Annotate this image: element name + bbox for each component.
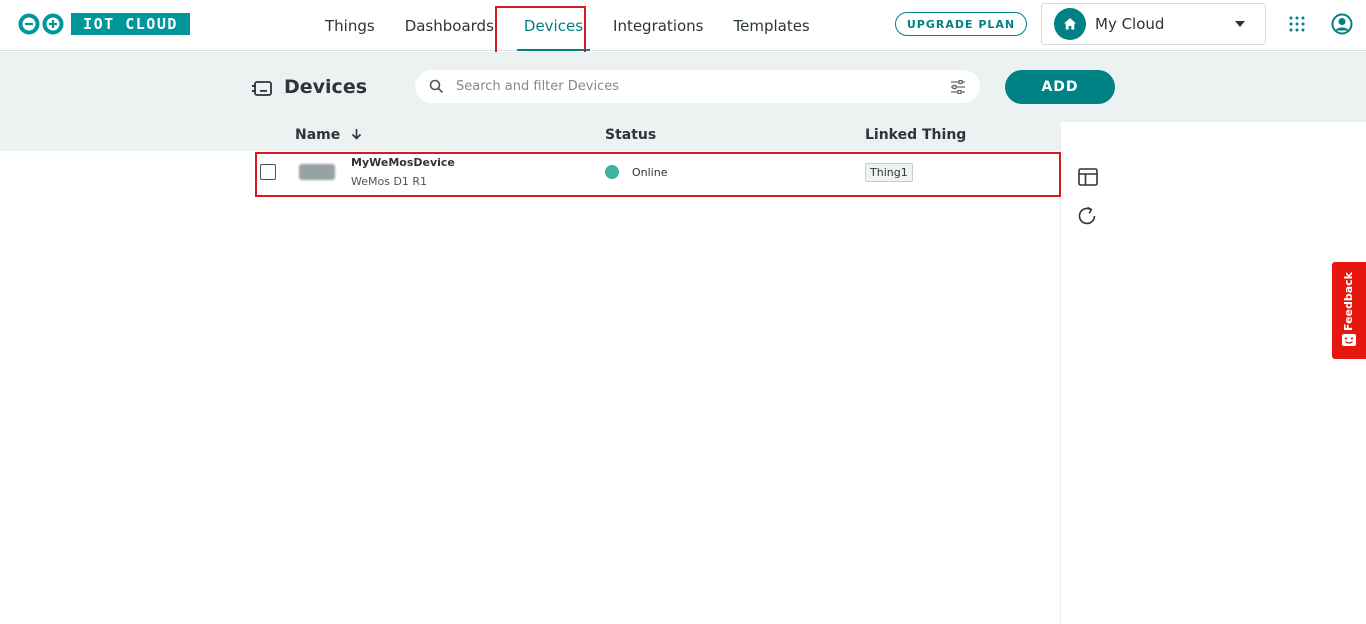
- sort-arrow-down-icon[interactable]: [351, 128, 362, 140]
- user-account-icon[interactable]: [1331, 13, 1353, 35]
- column-header-linked-thing[interactable]: Linked Thing: [865, 127, 966, 143]
- linked-thing-tag[interactable]: Thing1: [865, 163, 913, 182]
- main-nav: Things Dashboards Devices Integrations T…: [310, 0, 825, 51]
- nav-templates[interactable]: Templates: [718, 0, 824, 51]
- search-icon: [429, 79, 444, 94]
- page-title: Devices: [284, 76, 368, 98]
- smiley-chat-icon: [1342, 334, 1356, 346]
- device-type: WeMos D1 R1: [351, 175, 428, 188]
- upgrade-plan-button[interactable]: UPGRADE PLAN: [895, 12, 1027, 36]
- device-icon: [252, 81, 272, 96]
- nav-things[interactable]: Things: [310, 0, 390, 51]
- search-bar: [415, 70, 980, 103]
- column-header-name-label: Name: [295, 127, 341, 143]
- device-name[interactable]: MyWeMosDevice: [351, 156, 455, 169]
- nav-dashboards[interactable]: Dashboards: [390, 0, 509, 51]
- refresh-icon[interactable]: [1076, 205, 1098, 227]
- table-row[interactable]: MyWeMosDevice WeMos D1 R1 Online Thing1: [256, 153, 1060, 196]
- nav-integrations[interactable]: Integrations: [598, 0, 718, 51]
- device-thumbnail: [299, 164, 335, 180]
- apps-grid-icon[interactable]: [1288, 15, 1306, 33]
- infinity-logo-icon: [18, 13, 64, 35]
- top-bar: IOT CLOUD Things Dashboards Devices Inte…: [0, 0, 1366, 51]
- nav-devices[interactable]: Devices: [509, 0, 598, 51]
- home-icon: [1064, 18, 1076, 30]
- side-panel: [1060, 122, 1366, 624]
- space-avatar: [1054, 8, 1086, 40]
- arduino-logo[interactable]: IOT CLOUD: [18, 13, 190, 35]
- logo-text: IOT CLOUD: [71, 13, 190, 35]
- filter-sliders-icon[interactable]: [950, 79, 966, 94]
- column-header-name[interactable]: Name: [295, 127, 362, 143]
- add-device-button[interactable]: ADD: [1005, 70, 1115, 104]
- space-selector[interactable]: My Cloud: [1041, 3, 1266, 45]
- chevron-down-icon: [1235, 21, 1245, 27]
- row-checkbox[interactable]: [260, 164, 276, 180]
- online-status-icon: [605, 165, 619, 179]
- table-layout-icon[interactable]: [1077, 166, 1099, 188]
- column-header-status[interactable]: Status: [605, 127, 656, 143]
- device-status: Online: [632, 166, 668, 179]
- search-input[interactable]: [456, 79, 950, 94]
- feedback-label: Feedback: [1342, 272, 1355, 332]
- space-name: My Cloud: [1095, 15, 1165, 33]
